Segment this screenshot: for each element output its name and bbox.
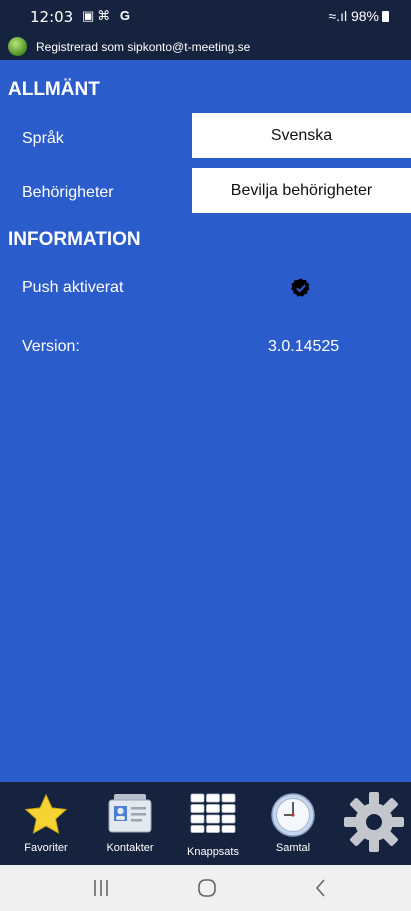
registration-text: Registrerad som sipkonto@t-meeting.se: [36, 40, 251, 54]
tab-contacts[interactable]: Kontakter: [92, 782, 168, 865]
status-right: ≈.ıl 98%: [328, 8, 389, 24]
tab-contacts-label: Kontakter: [106, 842, 154, 854]
keypad-icon: [190, 793, 236, 833]
notification-icons: ▣⌘ G: [82, 8, 134, 23]
language-label: Språk: [22, 130, 64, 147]
gear-icon: [343, 792, 404, 852]
tab-favorites[interactable]: Favoriter: [10, 782, 82, 865]
permissions-label: Behörigheter: [22, 184, 114, 201]
tab-calls[interactable]: Samtal: [258, 782, 328, 865]
version-label: Version:: [22, 338, 80, 355]
recent-apps-icon[interactable]: [90, 877, 112, 899]
tab-keypad-label: Knappsats: [187, 846, 239, 858]
contact-card-icon: [108, 794, 152, 833]
settings-panel: ALLMÄNT Språk Svenska Behörigheter Bevil…: [0, 60, 411, 782]
verified-badge-icon: [291, 278, 310, 297]
grant-permissions-button[interactable]: Bevilja behörigheter: [192, 168, 411, 213]
version-value: 3.0.14525: [268, 338, 340, 355]
battery-icon: [382, 11, 389, 22]
tab-keypad[interactable]: Knappsats: [176, 782, 250, 865]
battery-percent: 98%: [350, 8, 379, 24]
home-icon[interactable]: [196, 877, 218, 899]
registration-status-icon: [8, 37, 27, 56]
star-icon: [24, 793, 68, 834]
clock-icon: [271, 793, 315, 837]
tab-settings[interactable]: [336, 782, 411, 865]
section-heading-information: INFORMATION: [8, 229, 141, 250]
tab-favorites-label: Favoriter: [24, 842, 68, 854]
tab-calls-label: Samtal: [275, 842, 311, 854]
push-label: Push aktiverat: [22, 279, 124, 296]
status-time: 12:03: [30, 8, 74, 26]
back-icon[interactable]: [310, 877, 332, 899]
wifi-signal-icon: ≈.ıl: [328, 8, 348, 24]
bottom-tab-bar: Favoriter Kontakter Knappsats Samtal: [0, 782, 411, 865]
status-bar: 12:03 ▣⌘ G ≈.ıl 98%: [0, 0, 411, 34]
registration-bar: Registrerad som sipkonto@t-meeting.se: [0, 34, 411, 60]
section-heading-general: ALLMÄNT: [8, 79, 100, 100]
language-select-button[interactable]: Svenska: [192, 113, 411, 158]
system-navigation-bar: [0, 865, 411, 911]
